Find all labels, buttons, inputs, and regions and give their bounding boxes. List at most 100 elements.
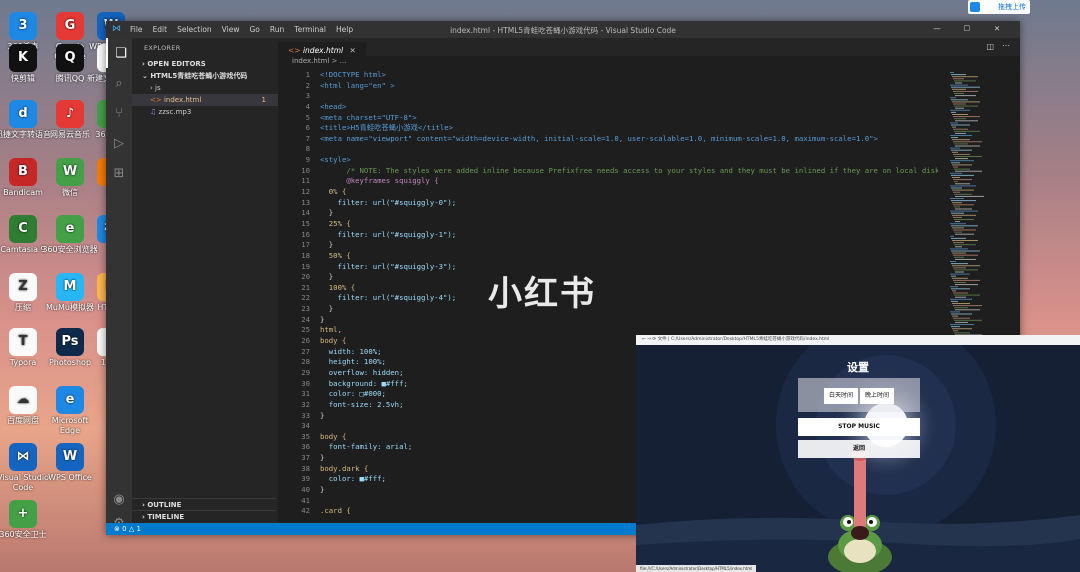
file-item[interactable]: › js [132, 82, 278, 94]
open-editors-section[interactable]: › OPEN EDITORS [132, 58, 278, 70]
baidu-icon: ☁ [9, 386, 37, 414]
timeline-section[interactable]: › TIMELINE [132, 510, 276, 523]
line-number: 5 [305, 112, 310, 122]
line-number: 16 [301, 229, 310, 239]
line-number: 28 [301, 357, 310, 367]
line-number: 13 [301, 197, 310, 207]
error-icon: ⊗ [114, 525, 120, 533]
time-panel [798, 378, 920, 412]
cloud-icon [970, 2, 980, 12]
explorer-sidebar: EXPLORER › OPEN EDITORS ⌄ HTML5青蛙吃苍蝇小游戏代… [132, 38, 278, 523]
desktop-icon-27[interactable]: +360安全卫士 [0, 500, 52, 540]
code-text: filter: url("#squiggly-3"); [320, 261, 457, 271]
code-text: } [320, 240, 334, 250]
browser-address-bar[interactable]: ← → ⟳ 文件 | C:/Users/Administrator/Deskto… [636, 335, 1080, 345]
line-number: 11 [301, 176, 310, 186]
camtasia-icon: C [9, 215, 37, 243]
code-text: body { [320, 431, 347, 441]
code-text: <head> [320, 101, 347, 111]
wechat-icon: W [56, 158, 84, 186]
line-number: 22 [301, 293, 310, 303]
code-text: <title>H5青蛙吃苍蝇小游戏</title> [320, 123, 454, 133]
code-line: 6 <title>H5青蛙吃苍蝇小游戏</title> [278, 123, 938, 134]
line-number: 32 [301, 399, 310, 409]
night-time-button[interactable]: 晚上时间 [860, 388, 894, 404]
typora-icon: T [9, 328, 37, 356]
code-text: <style> [320, 155, 351, 165]
file-item[interactable]: ♫ zzsc.mp3 [132, 106, 278, 118]
line-number: 38 [301, 463, 310, 473]
code-text: filter: url("#squiggly-0"); [320, 197, 457, 207]
code-line: 12 0% { [278, 187, 938, 198]
browser-status-text: file:///C:/Users/Administrator/Desktop/H… [636, 565, 757, 572]
close-tab-icon[interactable]: ✕ [349, 46, 355, 55]
archive-icon: Z [9, 273, 37, 301]
minimap[interactable] [948, 70, 1020, 370]
code-text: <!DOCTYPE html> [320, 70, 386, 79]
breadcrumb[interactable]: index.html > ... [278, 56, 1020, 67]
line-number: 1 [305, 70, 310, 79]
wps-icon: W [56, 443, 84, 471]
line-number: 25 [301, 325, 310, 335]
photoshop-icon: Ps [56, 328, 84, 356]
line-number: 19 [301, 261, 310, 271]
line-number: 33 [301, 410, 310, 420]
code-line: 21 100% { [278, 283, 938, 294]
code-line: 10 /* NOTE: The styles were added inline… [278, 166, 938, 177]
code-line: 16 filter: url("#squiggly-1"); [278, 230, 938, 241]
watermark: 小红书 [488, 274, 596, 314]
code-text: 100% { [320, 282, 356, 292]
code-line: 8 [278, 144, 938, 155]
line-number: 40 [301, 484, 310, 494]
code-line: 1 <!DOCTYPE html> [278, 70, 938, 81]
close-settings-button[interactable]: 返回 [798, 440, 920, 458]
split-editor-icon[interactable]: ◫ [986, 42, 994, 51]
day-time-button[interactable]: 白天时间 [824, 388, 858, 404]
code-text: color: □#000; [320, 389, 386, 399]
line-number: 23 [301, 304, 310, 314]
code-text: .card { [320, 506, 351, 516]
code-text: html, [320, 325, 342, 335]
line-number: 24 [301, 314, 310, 324]
explorer-icon[interactable]: ❏ [106, 38, 134, 68]
line-number: 34 [301, 421, 310, 431]
code-line: 3 [278, 91, 938, 102]
minimize-icon[interactable]: — [922, 24, 952, 33]
html-file-icon: <> [150, 96, 164, 104]
code-line: 5 <meta charset="UTF-8"> [278, 113, 938, 124]
html-file-icon: <> [288, 46, 301, 55]
source-control-icon[interactable]: ⑂ [106, 98, 132, 128]
code-line: 9 <style> [278, 155, 938, 166]
code-line: 14 } [278, 208, 938, 219]
browser-icon: e [56, 215, 84, 243]
file-name: zzsc.mp3 [158, 108, 192, 116]
activity-bar: ❏ ⌕ ⑂ ▷ ⊞ ◉ ⚙ [106, 38, 134, 531]
code-text: 25% { [320, 218, 351, 228]
close-icon[interactable]: ✕ [982, 24, 1012, 33]
search-icon[interactable]: ⌕ [106, 68, 132, 98]
problems-status[interactable]: ⊗ 0 △ 1 [114, 525, 141, 533]
chrome-icon: G [56, 12, 84, 40]
code-line: 15 25% { [278, 219, 938, 230]
mumu-icon: M [56, 273, 84, 301]
window-title: index.html - HTML5青蛙吃苍蝇小游戏代码 - Visual St… [450, 26, 676, 35]
code-text: 50% { [320, 250, 351, 260]
vscode-icon: ⋈ [9, 443, 37, 471]
file-name: js [155, 84, 161, 92]
edge-icon: e [56, 386, 84, 414]
maximize-icon[interactable]: ☐ [952, 24, 982, 33]
code-line: 24} [278, 315, 938, 326]
code-line: 22 filter: url("#squiggly-4"); [278, 293, 938, 304]
line-number: 36 [301, 442, 310, 452]
file-item[interactable]: <> index.html 1 [132, 94, 278, 106]
stop-music-button[interactable]: STOP MUSIC [798, 418, 920, 436]
code-text: background: ■#fff; [320, 378, 408, 388]
run-debug-icon[interactable]: ▷ [106, 128, 132, 158]
more-actions-icon[interactable]: ⋯ [1002, 41, 1010, 50]
line-number: 4 [305, 101, 310, 111]
extensions-icon[interactable]: ⊞ [106, 158, 132, 188]
code-text: body { [320, 336, 347, 346]
upload-button[interactable]: 拖拽上传 [968, 0, 1030, 14]
folder-root[interactable]: ⌄ HTML5青蛙吃苍蝇小游戏代码 [132, 70, 278, 82]
address-text: 文件 | C:/Users/Administrator/Desktop/HTML… [657, 337, 830, 342]
